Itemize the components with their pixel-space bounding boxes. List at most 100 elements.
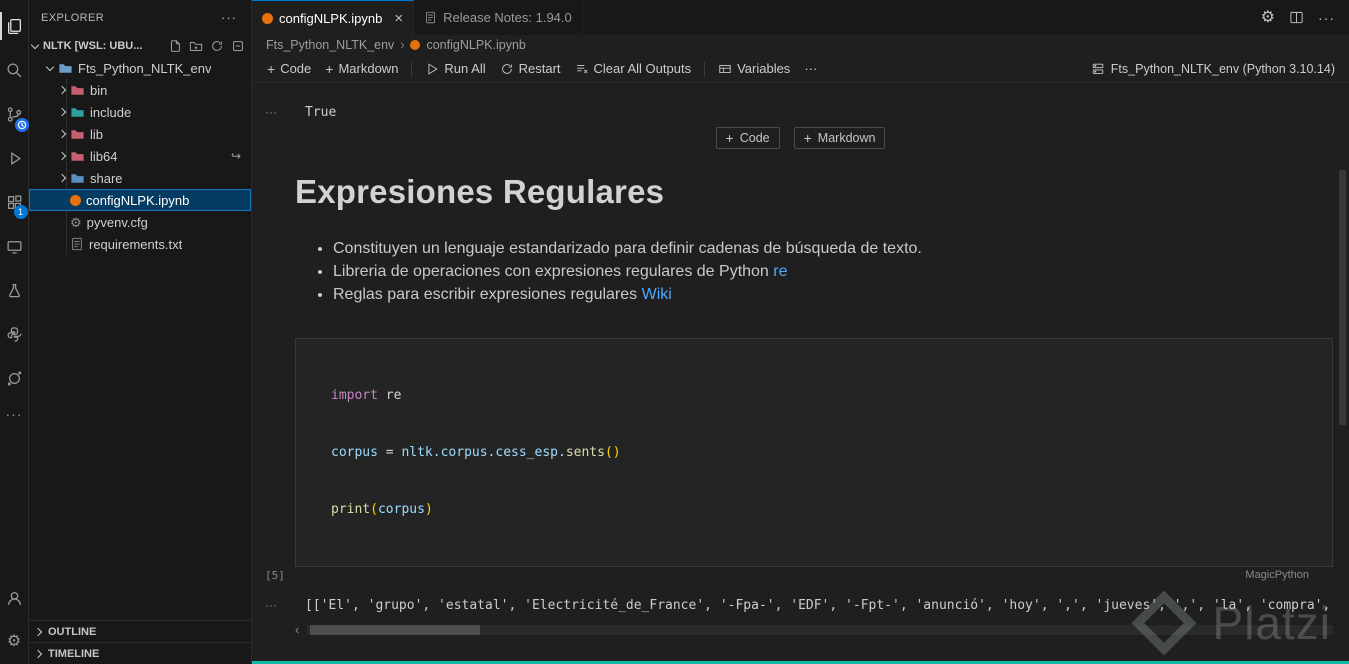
restart-button[interactable]: Restart xyxy=(493,58,568,79)
plus-icon: + xyxy=(726,131,734,145)
cell-output-true: ··· True xyxy=(252,103,1349,121)
workspace-name: NLTK [WSL: UBU... xyxy=(43,40,142,52)
collapse-all-icon[interactable] xyxy=(231,39,245,53)
platzi-watermark: Platzi xyxy=(1141,596,1331,650)
plus-icon: + xyxy=(325,62,333,76)
tree-item-lib64[interactable]: lib64 ↪ xyxy=(29,145,251,167)
tree-item-requirements[interactable]: requirements.txt xyxy=(29,233,251,255)
settings-gear-icon[interactable]: ⚙ xyxy=(0,620,29,664)
chevron-right-icon xyxy=(34,649,42,657)
tree-children: bin include lib lib64 ↪ share xyxy=(29,79,251,255)
scrollbar-thumb[interactable] xyxy=(310,625,480,635)
platzi-watermark-text: Platzi xyxy=(1213,596,1331,650)
tab-release-notes[interactable]: Release Notes: 1.94.0 xyxy=(414,0,583,35)
config-gear-icon: ⚙ xyxy=(70,216,82,229)
folder-icon xyxy=(70,83,85,98)
chevron-down-icon xyxy=(46,62,54,70)
tree-item-bin[interactable]: bin xyxy=(29,79,251,101)
code-line: import re xyxy=(331,386,1332,405)
explorer-more-icon[interactable]: ··· xyxy=(221,10,237,25)
folder-icon xyxy=(58,61,73,76)
platzi-logo-icon xyxy=(1131,590,1196,655)
editor-vertical-scrollbar[interactable] xyxy=(1339,170,1346,425)
cell-toolbar-more-icon[interactable]: ··· xyxy=(252,105,295,119)
clear-all-outputs-button[interactable]: Clear All Outputs xyxy=(568,58,699,79)
variables-button[interactable]: Variables xyxy=(711,58,797,79)
source-control-icon[interactable] xyxy=(0,92,29,136)
split-editor-icon[interactable] xyxy=(1289,10,1304,25)
tree-item-lib[interactable]: lib xyxy=(29,123,251,145)
re-link[interactable]: re xyxy=(773,263,787,280)
run-debug-icon[interactable] xyxy=(0,136,29,180)
notebook-toolbar: + Code + Markdown Run All Restart Clear … xyxy=(252,55,1349,83)
editor-more-actions-icon[interactable]: ··· xyxy=(1318,10,1335,26)
chevron-right-icon xyxy=(58,86,66,94)
cell-language-picker[interactable]: MagicPython xyxy=(1245,569,1309,581)
outline-panel-header[interactable]: OUTLINE xyxy=(29,620,251,642)
code-editor[interactable]: import re corpus = nltk.corpus.cess_esp.… xyxy=(295,338,1333,567)
close-tab-icon[interactable]: × xyxy=(394,10,403,27)
python-icon[interactable] xyxy=(0,312,29,356)
wiki-link[interactable]: Wiki xyxy=(642,286,672,303)
kernel-picker[interactable]: Fts_Python_NLTK_env (Python 3.10.14) xyxy=(1091,62,1349,76)
tree-item-env-folder[interactable]: Fts_Python_NLTK_env xyxy=(29,57,251,79)
chevron-down-icon xyxy=(31,40,39,48)
more-views-icon[interactable]: ··· xyxy=(0,400,29,428)
tree-item-include[interactable]: include xyxy=(29,101,251,123)
timeline-panel-header[interactable]: TIMELINE xyxy=(29,642,251,664)
symlink-arrow-icon: ↪ xyxy=(231,149,241,163)
tab-bar: configNLPK.ipynb × Release Notes: 1.94.0… xyxy=(252,0,1349,35)
folder-icon xyxy=(70,105,85,120)
markdown-cell[interactable]: Expresiones Regulares Constituyen un len… xyxy=(252,171,1349,306)
jupyter-icon[interactable] xyxy=(0,356,29,400)
new-folder-icon[interactable] xyxy=(189,39,203,53)
editor-settings-gear-icon[interactable]: ⚙ xyxy=(1261,10,1275,26)
jupyter-file-icon xyxy=(410,40,420,50)
variables-icon xyxy=(718,62,732,76)
insert-code-button[interactable]: + Code xyxy=(716,127,780,149)
execution-count: [5] xyxy=(265,569,285,582)
toolbar-divider xyxy=(704,62,705,76)
folder-icon xyxy=(70,171,85,186)
markdown-bullet-list: Constituyen un lenguaje estandarizado pa… xyxy=(295,237,1333,306)
explorer-sidebar: EXPLORER ··· NLTK [WSL: UBU... Fts_Pytho… xyxy=(29,0,252,664)
bullet-item: Constituyen un lenguaje estandarizado pa… xyxy=(333,237,1333,260)
code-line: corpus = nltk.corpus.cess_esp.sents() xyxy=(331,443,1332,462)
accounts-icon[interactable] xyxy=(0,576,29,620)
folder-icon xyxy=(70,149,85,164)
remote-explorer-icon[interactable] xyxy=(0,224,29,268)
run-icon xyxy=(425,62,439,76)
tree-item-share[interactable]: share xyxy=(29,167,251,189)
extensions-icon[interactable]: 1 xyxy=(0,180,29,224)
scroll-left-arrow-icon[interactable]: ‹ xyxy=(295,624,307,635)
new-file-icon[interactable] xyxy=(168,39,182,53)
extensions-badge: 1 xyxy=(14,205,28,219)
search-icon[interactable] xyxy=(0,48,29,92)
tree-item-pyvenv[interactable]: ⚙ pyvenv.cfg xyxy=(29,211,251,233)
clock-badge-icon xyxy=(15,118,29,132)
run-all-button[interactable]: Run All xyxy=(418,58,492,79)
add-code-cell-button[interactable]: + Code xyxy=(260,58,318,79)
breadcrumb[interactable]: Fts_Python_NLTK_env › configNLPK.ipynb xyxy=(252,35,1349,55)
chevron-right-icon xyxy=(58,108,66,116)
markdown-heading: Expresiones Regulares xyxy=(295,171,1333,213)
explorer-icon[interactable] xyxy=(0,4,29,48)
breadcrumb-separator: › xyxy=(400,38,404,52)
workspace-section-header[interactable]: NLTK [WSL: UBU... xyxy=(29,35,251,57)
jupyter-file-icon xyxy=(262,13,273,24)
restart-icon xyxy=(500,62,514,76)
insert-cell-buttons: + Code + Markdown xyxy=(252,127,1349,149)
chevron-right-icon xyxy=(58,130,66,138)
tree-item-confignlpk-selected[interactable]: configNLPK.ipynb xyxy=(29,189,251,211)
cell-toolbar-more-icon[interactable]: ··· xyxy=(252,598,295,612)
refresh-icon[interactable] xyxy=(210,39,224,53)
bullet-item: Libreria de operaciones con expresiones … xyxy=(333,260,1333,283)
chevron-right-icon xyxy=(58,174,66,182)
add-markdown-cell-button[interactable]: + Markdown xyxy=(318,58,405,79)
testing-icon[interactable] xyxy=(0,268,29,312)
tab-confignlpk[interactable]: configNLPK.ipynb × xyxy=(252,0,414,35)
insert-markdown-button[interactable]: + Markdown xyxy=(794,127,886,149)
vscode-window: 1 ··· ⚙ EXPLORER ··· NLTK [WSL: UBU... xyxy=(0,0,1349,664)
text-file-icon xyxy=(70,237,84,251)
toolbar-more-icon[interactable]: ··· xyxy=(797,58,824,79)
